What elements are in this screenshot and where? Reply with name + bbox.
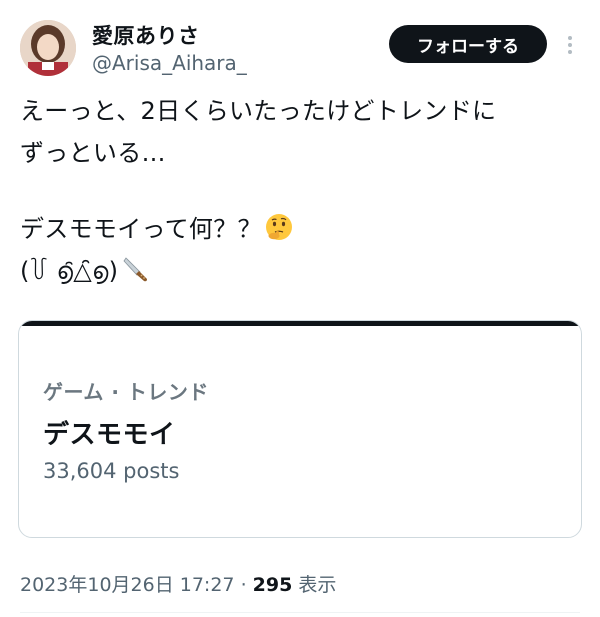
divider <box>20 612 580 613</box>
kitchen-knife-icon <box>123 257 148 282</box>
tweet-header: 愛原ありさ @Arisa_Aihara_ フォローする <box>0 0 600 90</box>
card-top-bar <box>19 321 581 326</box>
tweet-text-line: ずっといる… <box>20 139 166 167</box>
tweet-text: えーっと、2日くらいたったけどトレンドに ずっといる… デスモモイって何？？ (… <box>20 90 580 292</box>
tweet-meta: 2023年10月26日 17:27 · 295 表示 <box>20 570 336 597</box>
tweet-text-line-with-emoji: (꒦ ൭̑△̑൭) <box>20 250 580 292</box>
meta-separator: · <box>240 574 247 596</box>
follow-button[interactable]: フォローする <box>389 25 547 63</box>
thinking-face-icon <box>265 214 292 240</box>
trend-title: デスモモイ <box>43 420 176 450</box>
tweet-text-line-with-emoji: デスモモイって何？？ <box>20 208 580 250</box>
tweet-text-line: デスモモイって何？？ <box>20 215 262 243</box>
trend-post-count: 33,604 posts <box>43 459 180 483</box>
tweet-text-line: えーっと、2日くらいたったけどトレンドに <box>20 97 497 125</box>
views-count: 295 <box>252 574 293 596</box>
trend-category: ゲーム · トレンド <box>43 380 209 404</box>
views-label: 表示 <box>298 574 337 596</box>
avatar[interactable] <box>20 20 76 76</box>
more-options-icon[interactable] <box>560 30 580 60</box>
tweet-text-line: (꒦ ൭̑△̑൭) <box>20 257 119 285</box>
author-display-name[interactable]: 愛原ありさ <box>92 20 200 50</box>
tweet-timestamp[interactable]: 2023年10月26日 17:27 <box>20 574 235 596</box>
trend-card[interactable]: ゲーム · トレンド デスモモイ 33,604 posts <box>18 320 582 538</box>
author-handle[interactable]: @Arisa_Aihara_ <box>92 51 247 75</box>
